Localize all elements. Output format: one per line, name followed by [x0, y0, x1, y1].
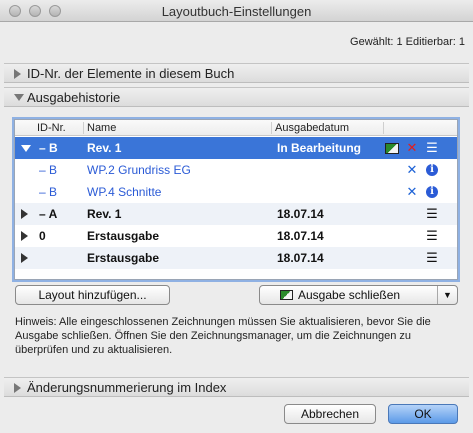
chevron-down-icon[interactable]: ▼ [437, 286, 457, 304]
changes-icon [280, 290, 293, 300]
disclosure-right-icon [14, 383, 21, 393]
column-date[interactable]: Ausgabedatum [275, 122, 349, 134]
remove-x-icon[interactable]: ✕ [405, 185, 419, 199]
ok-button[interactable]: OK [388, 404, 458, 424]
list-icon[interactable]: ☰ [425, 251, 439, 265]
remove-x-icon[interactable]: ✕ [405, 163, 419, 177]
table-row[interactable]: – B WP.4 Schnitte ✕ i [15, 181, 457, 203]
row-id: – A [39, 207, 58, 221]
disclosure-right-icon[interactable] [21, 209, 28, 219]
section-revision-numbering-label: Änderungsnummerierung im Index [27, 380, 227, 395]
row-id: – B [39, 141, 58, 155]
row-name: WP.4 Schnitte [87, 185, 162, 199]
disclosure-down-icon[interactable] [21, 145, 31, 152]
row-name: Rev. 1 [87, 141, 122, 155]
row-name: Erstausgabe [87, 251, 160, 265]
cancel-button[interactable]: Abbrechen [284, 404, 376, 424]
add-layout-button[interactable]: Layout hinzufügen... [15, 285, 170, 305]
info-icon[interactable]: i [426, 164, 438, 176]
section-revision-numbering[interactable]: Änderungsnummerierung im Index [4, 377, 469, 397]
section-id-numbers-label: ID-Nr. der Elemente in diesem Buch [27, 66, 235, 81]
changes-icon[interactable] [385, 143, 399, 154]
disclosure-right-icon[interactable] [21, 253, 28, 263]
section-history[interactable]: Ausgabehistorie [4, 87, 469, 107]
delete-x-icon[interactable]: ✕ [405, 141, 419, 155]
close-issue-button[interactable]: Ausgabe schließen ▼ [259, 285, 458, 305]
row-name: WP.2 Grundriss EG [87, 163, 191, 177]
row-name: Erstausgabe [87, 229, 160, 243]
row-id: 0 [39, 229, 46, 243]
disclosure-right-icon [14, 69, 21, 79]
table-row[interactable]: – B WP.2 Grundriss EG ✕ i [15, 159, 457, 181]
disclosure-right-icon[interactable] [21, 231, 28, 241]
row-id: – B [39, 163, 58, 177]
hint-text: Hinweis: Alle eingeschlossenen Zeichnung… [15, 316, 431, 356]
list-icon[interactable]: ☰ [425, 141, 439, 155]
window-title: Layoutbuch-Einstellungen [161, 4, 312, 19]
row-date: 18.07.14 [277, 251, 324, 265]
column-id[interactable]: ID-Nr. [37, 122, 66, 134]
title-bar: Layoutbuch-Einstellungen [0, 0, 473, 22]
info-icon[interactable]: i [426, 186, 438, 198]
row-date: 18.07.14 [277, 207, 324, 221]
table-row[interactable]: – A Rev. 1 18.07.14 ☰ [15, 203, 457, 225]
close-issue-label: Ausgabe schließen [298, 288, 401, 302]
table-row[interactable]: Erstausgabe 18.07.14 ☰ [15, 247, 457, 269]
disclosure-down-icon [14, 94, 24, 101]
row-date: In Bearbeitung [277, 141, 362, 155]
list-icon[interactable]: ☰ [425, 229, 439, 243]
section-id-numbers[interactable]: ID-Nr. der Elemente in diesem Buch [4, 63, 469, 83]
column-name[interactable]: Name [87, 122, 116, 134]
section-history-label: Ausgabehistorie [27, 90, 121, 105]
table-row[interactable]: 0 Erstausgabe 18.07.14 ☰ [15, 225, 457, 247]
row-date: 18.07.14 [277, 229, 324, 243]
list-header: ID-Nr. Name Ausgabedatum [15, 120, 457, 136]
list-icon[interactable]: ☰ [425, 207, 439, 221]
issue-history-list[interactable]: ID-Nr. Name Ausgabedatum – B Rev. 1 In B… [14, 119, 458, 280]
row-name: Rev. 1 [87, 207, 122, 221]
selection-info: Gewählt: 1 Editierbar: 1 [350, 36, 465, 48]
table-row[interactable]: – B Rev. 1 In Bearbeitung ✕ ☰ [15, 137, 457, 159]
row-id: – B [39, 185, 58, 199]
